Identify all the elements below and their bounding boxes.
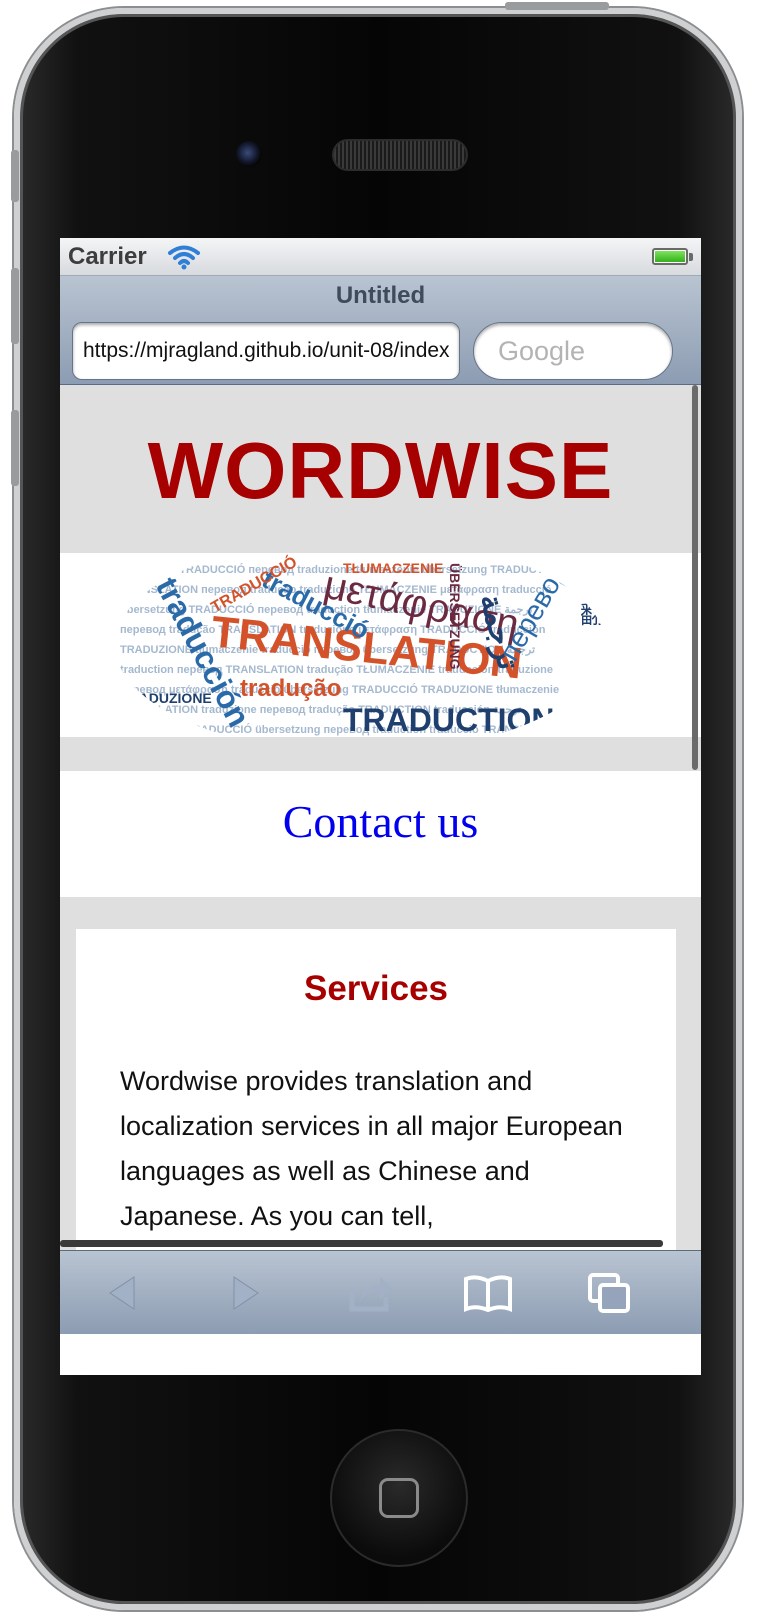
- horizontal-scrollbar[interactable]: [60, 1240, 663, 1247]
- contact-us-link[interactable]: Contact us: [60, 795, 701, 848]
- bookmarks-button[interactable]: [458, 1269, 518, 1317]
- share-icon: [349, 1277, 392, 1312]
- mute-switch[interactable]: [11, 150, 19, 202]
- battery-tip: [689, 253, 693, 261]
- services-card: Services Wordwise provides translation a…: [76, 929, 676, 1250]
- word-ubersetzung: ÜBERSETZUNG: [447, 563, 463, 670]
- share-button[interactable]: [340, 1269, 400, 1317]
- tabs-icon: [588, 1273, 630, 1313]
- battery-icon: [652, 248, 688, 265]
- bookmarks-icon: [464, 1275, 512, 1313]
- power-button[interactable]: [505, 2, 609, 10]
- camera-lens: [236, 141, 262, 167]
- forward-icon: [233, 1276, 259, 1310]
- search-input[interactable]: Google: [473, 322, 673, 380]
- web-content: WORDWISE traducción TRADUCCIÓ перевод tr…: [60, 385, 701, 1250]
- forward-button[interactable]: [216, 1269, 276, 1317]
- tabs-button[interactable]: [580, 1269, 640, 1317]
- word-cloud-graphic: traducción TRADUCCIÓ перевод traduzione …: [120, 553, 604, 737]
- back-button[interactable]: [92, 1269, 152, 1317]
- wifi-icon: [168, 245, 200, 270]
- status-bar: Carrier: [60, 238, 701, 276]
- word-tlumaczenie: TŁUMACZENIE: [343, 560, 443, 576]
- word-traducao: tradução: [240, 675, 341, 702]
- site-title: WORDWISE: [147, 426, 614, 515]
- services-text: Wordwise provides translation and locali…: [120, 1066, 623, 1231]
- url-field[interactable]: https://mjragland.github.io/unit-08/inde…: [72, 322, 460, 380]
- volume-down-button[interactable]: [11, 410, 19, 486]
- vertical-scrollbar[interactable]: [692, 385, 698, 770]
- earpiece-speaker: [332, 139, 468, 171]
- section-divider: [60, 737, 701, 771]
- site-header: WORDWISE: [60, 385, 701, 553]
- back-icon: [109, 1276, 135, 1310]
- phone-screen: Carrier Untitled https://mjragland.githu…: [60, 238, 701, 1375]
- word-traduzione: TRADUZIONE: [120, 690, 212, 706]
- word-traduction: TRADUCTION: [343, 702, 555, 737]
- services-heading: Services: [303, 969, 449, 1008]
- home-button[interactable]: [330, 1429, 468, 1567]
- battery-level-fill: [655, 251, 685, 262]
- page-title: Untitled: [335, 282, 426, 309]
- volume-up-button[interactable]: [11, 268, 19, 344]
- carrier-label: Carrier: [68, 243, 147, 270]
- browser-toolbar: [60, 1250, 701, 1334]
- browser-navbar: Untitled https://mjragland.github.io/uni…: [60, 276, 701, 385]
- hero-word-cloud-image: traducción TRADUCCIÓ перевод traduzione …: [60, 553, 701, 737]
- word-chinese: 翻: [580, 602, 604, 629]
